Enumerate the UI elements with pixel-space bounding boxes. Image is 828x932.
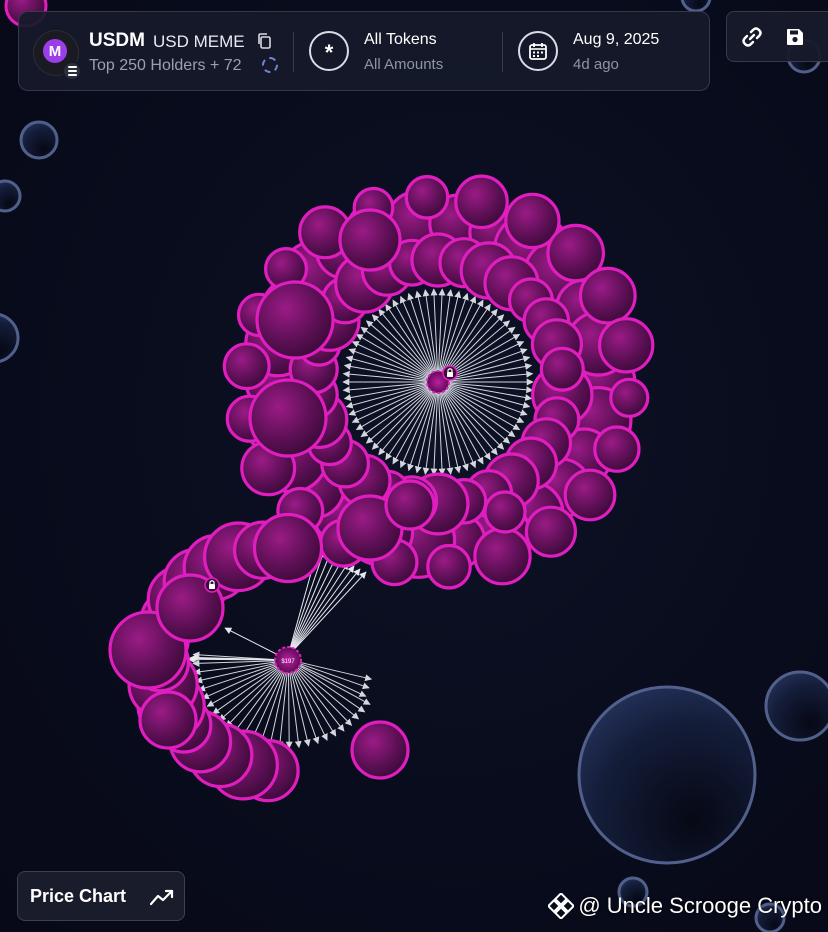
- transfer-arrow: [293, 662, 371, 705]
- holder-bubble[interactable]: [138, 690, 198, 750]
- token-filter-subtitle: All Amounts: [364, 56, 444, 73]
- holder-bubble[interactable]: [598, 317, 655, 374]
- holder-bubble[interactable]: [593, 425, 641, 473]
- token-logo-letter: M: [43, 39, 67, 63]
- token-header-card: M USDM USD MEME Top 250 Holders + 72 * A…: [18, 11, 710, 91]
- watermark-text: @ Uncle Scrooge Crypto: [578, 893, 822, 918]
- watermark: @ Uncle Scrooge Crypto: [548, 891, 822, 921]
- holder-bubble[interactable]: [252, 512, 324, 584]
- hub-label: $197: [281, 659, 295, 665]
- lock-body: [209, 584, 215, 589]
- holder-bubble[interactable]: [0, 313, 20, 363]
- date-filter-subtitle: 4d ago: [573, 56, 619, 73]
- holder-bubble[interactable]: [454, 174, 509, 230]
- bubble-map-canvas[interactable]: $197: [0, 0, 828, 932]
- holder-bubble[interactable]: [524, 505, 578, 558]
- holder-bubble[interactable]: [350, 720, 410, 780]
- solana-chain-icon: [62, 61, 82, 81]
- holder-bubble[interactable]: [426, 543, 472, 590]
- holder-bubble[interactable]: [473, 527, 532, 586]
- holder-bubble[interactable]: [539, 346, 585, 392]
- holder-bubble[interactable]: [764, 670, 828, 742]
- transfer-arrow: [342, 370, 431, 382]
- holder-bubble[interactable]: [248, 378, 328, 458]
- price-chart-button[interactable]: Price Chart: [17, 871, 185, 921]
- holder-bubble[interactable]: [338, 208, 402, 272]
- transfer-arrow: [293, 660, 373, 682]
- header-divider: [502, 32, 503, 72]
- calendar-icon[interactable]: [518, 31, 558, 71]
- holder-bubble[interactable]: [563, 468, 617, 522]
- binance-icon: [548, 893, 575, 919]
- transfer-arrow: [437, 288, 446, 375]
- transfer-arrow: [285, 665, 293, 749]
- link-icon[interactable]: [739, 24, 765, 50]
- lock-body: [447, 372, 453, 377]
- transfer-arrow: [430, 288, 439, 375]
- save-icon[interactable]: [782, 24, 808, 50]
- transfer-arrow: [293, 661, 367, 697]
- transfer-arrow: [445, 382, 534, 394]
- token-symbol: USDM: [89, 30, 145, 51]
- transfer-arrow: [437, 389, 446, 476]
- transfer-arrow: [365, 320, 433, 378]
- transfer-arrow: [241, 665, 286, 738]
- transfer-arrow: [385, 388, 435, 461]
- holder-bubble[interactable]: [609, 377, 650, 418]
- trend-icon: [150, 889, 174, 906]
- holder-bubble[interactable]: [255, 280, 335, 360]
- loading-spinner-icon: [262, 57, 278, 73]
- lock-icon: [204, 577, 220, 593]
- header-actions: [726, 11, 828, 62]
- holder-bubble[interactable]: [222, 342, 271, 391]
- transfer-arrow: [342, 382, 431, 394]
- holders-count: Top 250 Holders + 72: [89, 57, 242, 74]
- holder-bubble[interactable]: [384, 479, 436, 531]
- token-logo: M: [33, 30, 82, 81]
- transfer-arrow: [430, 389, 439, 476]
- holder-bubble[interactable]: [483, 490, 527, 534]
- lock-icon: [442, 365, 458, 381]
- holder-bubble[interactable]: [680, 0, 712, 13]
- holder-bubble[interactable]: [577, 685, 757, 865]
- holder-bubble[interactable]: [578, 266, 637, 325]
- holder-bubble[interactable]: [0, 179, 22, 213]
- token-name: USD MEME: [153, 32, 245, 51]
- asterisk-icon[interactable]: *: [309, 31, 349, 71]
- transfer-arrow: [385, 303, 435, 376]
- holder-bubble[interactable]: [404, 175, 450, 220]
- copy-icon[interactable]: [257, 33, 271, 49]
- price-chart-label: Price Chart: [30, 886, 127, 906]
- header-divider: [293, 32, 294, 72]
- transfer-arrow: [445, 370, 534, 382]
- token-filter-title[interactable]: All Tokens: [364, 31, 437, 49]
- transfer-arrow: [441, 303, 491, 376]
- transfer-arrow: [441, 388, 491, 461]
- transfer-arrow: [443, 386, 511, 444]
- transfer-arrow: [292, 663, 360, 720]
- transfer-arrow: [365, 386, 433, 444]
- date-filter-title[interactable]: Aug 9, 2025: [573, 31, 659, 49]
- holder-bubble[interactable]: [19, 120, 59, 160]
